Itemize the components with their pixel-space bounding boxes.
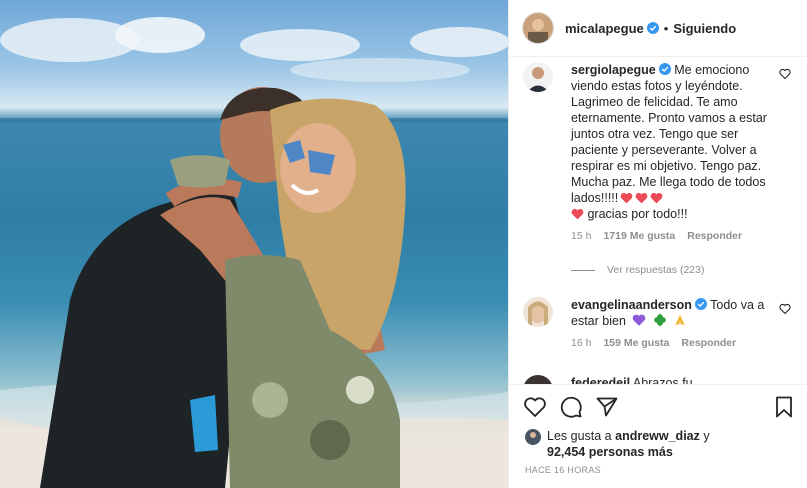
bookmark-icon[interactable] <box>772 395 796 419</box>
commenter-avatar[interactable] <box>523 62 553 92</box>
comment-time[interactable]: 16 h <box>571 337 591 349</box>
comment-username[interactable]: sergiolapegue <box>571 63 656 77</box>
comment-meta: 16 h 159 Me gusta Responder <box>571 337 793 349</box>
post-timestamp[interactable]: HACE 16 HORAS <box>525 465 601 475</box>
comment-meta: 15 h 1719 Me gusta Responder <box>571 230 793 242</box>
comment-likes[interactable]: 159 Me gusta <box>603 337 669 349</box>
heart-icon[interactable] <box>523 395 547 419</box>
reply-button[interactable]: Responder <box>687 230 742 242</box>
commenter-avatar[interactable] <box>523 297 553 327</box>
comment-body: evangelinaanderson Todo va a estar bien <box>571 297 769 329</box>
liker-avatar[interactable] <box>525 429 541 445</box>
action-row <box>523 395 619 419</box>
reply-button[interactable]: Responder <box>681 337 736 349</box>
post-side-panel: micalapegue • Siguiendo sergiolapegue Me… <box>508 0 807 488</box>
likes-summary: Les gusta a andreww_diaz y 92,454 person… <box>525 428 710 460</box>
liker-username[interactable]: andreww_diaz <box>615 429 700 443</box>
verified-icon <box>646 22 659 34</box>
author-avatar[interactable] <box>523 13 553 43</box>
post-header: micalapegue • Siguiendo <box>509 0 807 57</box>
comment-likes[interactable]: 1719 Me gusta <box>603 230 675 242</box>
likes-count[interactable]: 92,454 personas más <box>547 445 673 459</box>
post-actions: Les gusta a andreww_diaz y 92,454 person… <box>509 384 807 488</box>
comment-item: federedeil Abrazos fu <box>523 375 793 384</box>
post-photo[interactable] <box>0 0 508 488</box>
commenter-avatar[interactable] <box>523 375 553 384</box>
photo-illustration <box>0 17 508 488</box>
red-heart-icon <box>571 208 584 220</box>
like-comment-heart-icon[interactable] <box>779 68 791 80</box>
praying-hands-icon <box>675 314 686 325</box>
verified-icon <box>658 63 671 75</box>
like-comment-heart-icon[interactable] <box>779 303 791 315</box>
following-button[interactable]: Siguiendo <box>673 21 736 36</box>
comment-username[interactable]: evangelinaanderson <box>571 298 692 312</box>
clover-icon <box>654 314 666 326</box>
header-separator: • <box>663 20 669 36</box>
verified-icon <box>694 298 707 310</box>
purple-heart-icon <box>633 314 646 326</box>
likes-conj: y <box>703 429 710 443</box>
comment-item: evangelinaanderson Todo va a estar bien … <box>523 297 793 349</box>
comment-text: Abrazos fu <box>632 376 693 384</box>
share-icon[interactable] <box>595 395 619 419</box>
likes-prefix: Les gusta a <box>547 429 612 443</box>
comment-body: sergiolapegue Me emociono viendo estas f… <box>571 62 769 222</box>
view-replies-button[interactable]: Ver respuestas (223) <box>571 264 704 276</box>
replies-divider <box>571 269 595 271</box>
comment-body: federedeil Abrazos fu <box>571 375 769 384</box>
comment-time[interactable]: 15 h <box>571 230 591 242</box>
comment-text-tail: gracias por todo!!! <box>587 207 688 221</box>
red-heart-icon <box>620 192 633 204</box>
author-username[interactable]: micalapegue <box>565 21 644 36</box>
comment-username[interactable]: federedeil <box>571 376 630 384</box>
comment-item: sergiolapegue Me emociono viendo estas f… <box>523 62 793 242</box>
view-replies-label: Ver respuestas (223) <box>607 264 705 276</box>
comment-icon[interactable] <box>559 395 583 419</box>
comment-text: Me emociono viendo estas fotos y leyéndo… <box>571 63 767 205</box>
comments-list[interactable]: sergiolapegue Me emociono viendo estas f… <box>509 57 807 384</box>
red-heart-icon <box>650 192 663 204</box>
red-heart-icon <box>635 192 648 204</box>
